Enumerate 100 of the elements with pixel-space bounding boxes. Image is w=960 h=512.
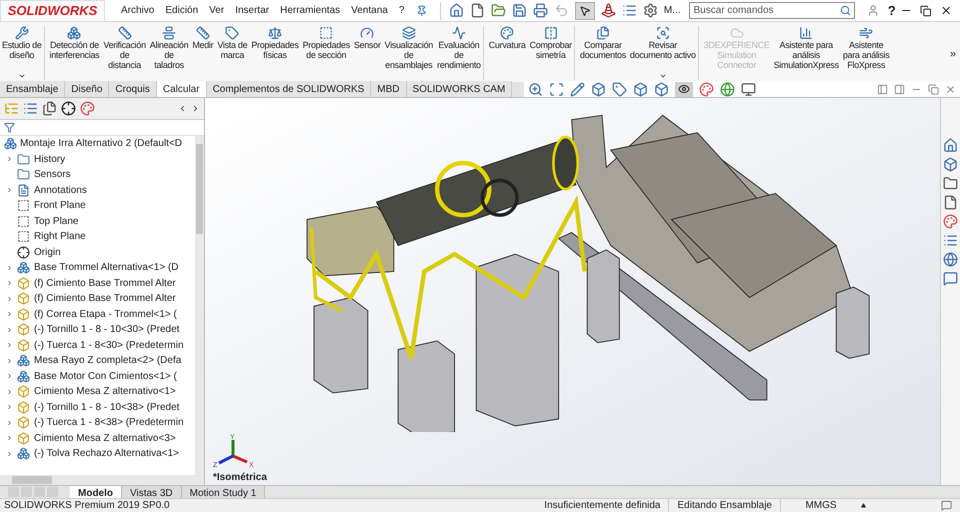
tree-item[interactable]: (-) Tuerca 1 - 8<38> (Predetermin	[34, 415, 184, 430]
home-icon[interactable]	[943, 138, 958, 153]
select-button[interactable]	[574, 2, 595, 20]
zoom-icon[interactable]	[528, 82, 544, 96]
appearance-icon[interactable]	[943, 214, 958, 229]
menu-item[interactable]: Herramientas	[280, 3, 340, 18]
bottom-tab[interactable]: Vistas 3D	[122, 486, 182, 498]
ribbon-command[interactable]: Asistente para análisis SimulationXpress	[772, 26, 841, 80]
command-tab[interactable]: Complementos de SOLIDWORKS	[206, 81, 372, 97]
tree-item[interactable]: History	[34, 152, 66, 167]
tree-item[interactable]: (-) Tolva Rechazo Alternativa<1>	[34, 446, 179, 462]
tree-item[interactable]: (-) Tornillo 1 - 8 - 10<38> (Predet	[34, 400, 180, 415]
caret-icon[interactable]	[18, 72, 26, 80]
zoom-area-icon[interactable]	[549, 82, 564, 96]
ribbon-command[interactable]: Propiedades físicas	[249, 26, 301, 80]
ribbon-command[interactable]: Medir	[190, 26, 216, 80]
tree-item[interactable]: Right Plane	[34, 229, 86, 244]
tree-item[interactable]: Cimiento Mesa Z alternativo<1>	[34, 384, 176, 400]
tree-item[interactable]: Cimiento Mesa Z alternativo<3>	[34, 430, 176, 446]
restore-icon[interactable]	[920, 4, 932, 16]
print-icon[interactable]	[532, 3, 548, 18]
chat-icon[interactable]	[943, 271, 958, 286]
appearance-icon[interactable]	[699, 82, 714, 96]
save-icon[interactable]	[512, 3, 527, 18]
more-button[interactable]: »	[950, 46, 956, 62]
tree-item[interactable]: Base Motor Con Cimientos<1> (	[34, 368, 177, 384]
command-tab[interactable]: Ensamblaje	[0, 81, 66, 97]
horizontal-scrollbar[interactable]	[0, 475, 204, 485]
settings-icon[interactable]	[642, 3, 658, 18]
ribbon-command[interactable]: Comprobar simetría	[528, 26, 575, 80]
help-button[interactable]: ?	[888, 0, 896, 20]
tree-item[interactable]: (f) Cimiento Base Trommel Alter	[34, 276, 176, 291]
scroll-right-icon[interactable]	[191, 104, 200, 113]
bottom-tab[interactable]: Motion Study 1	[182, 486, 266, 498]
tree-item[interactable]: Front Plane	[34, 198, 86, 214]
ribbon-command[interactable]: Visualización de ensamblajes	[382, 26, 435, 80]
annotation-icon[interactable]	[612, 82, 628, 96]
command-tab[interactable]: MBD	[371, 81, 407, 97]
tree-item[interactable]: Top Plane	[34, 214, 78, 229]
ribbon-command[interactable]: Vista de marca	[215, 26, 250, 80]
speech-bubble-icon[interactable]	[941, 500, 952, 511]
menu-item[interactable]: Ver	[209, 3, 224, 18]
ribbon-command[interactable]: Propiedades de sección	[300, 26, 352, 80]
command-tab[interactable]: SOLIDWORKS CAM	[406, 81, 512, 97]
pin-icon[interactable]	[416, 4, 428, 16]
command-tab[interactable]: Croquis	[109, 81, 157, 97]
tree-item[interactable]: (f) Correa Etapa - Trommel<1> (	[34, 306, 177, 322]
list-icon[interactable]	[622, 3, 637, 18]
new-file-icon[interactable]	[470, 3, 485, 18]
command-tab[interactable]: Calcular	[156, 81, 207, 97]
scene-icon[interactable]	[720, 82, 736, 96]
monitor-icon[interactable]	[741, 82, 756, 96]
scroll-left-icon[interactable]	[178, 104, 187, 113]
user-icon[interactable]	[867, 4, 880, 17]
file-icon[interactable]	[943, 195, 958, 210]
scrollbar[interactable]	[195, 136, 204, 475]
tree-item[interactable]: Montaje Irra Alternativo 2 (Default<D	[0, 136, 195, 152]
configuration-icon[interactable]	[42, 101, 57, 116]
ribbon-command[interactable]: Asistente para análisis FloXpress	[840, 26, 892, 80]
menu-item[interactable]: Edición	[165, 3, 198, 18]
crosshair-icon[interactable]	[61, 101, 76, 116]
ribbon-command[interactable]: Curvatura	[486, 26, 528, 80]
menu-item[interactable]: Ventana	[351, 3, 388, 18]
macro-label[interactable]: M...	[664, 3, 681, 18]
tree-item[interactable]: Origin	[34, 244, 61, 260]
ribbon-command[interactable]: Evaluación de rendimiento	[435, 26, 484, 80]
menu-item[interactable]: ?	[398, 3, 404, 18]
pencil-icon[interactable]	[570, 82, 586, 96]
globe-icon[interactable]	[943, 252, 958, 267]
tree-item[interactable]: Base Trommel Alternativa<1> (D	[34, 260, 179, 276]
list-icon[interactable]	[943, 233, 958, 248]
part-icon[interactable]	[943, 157, 958, 172]
menu-item[interactable]: Insertar	[235, 3, 270, 18]
property-icon[interactable]	[23, 101, 38, 116]
tree-item[interactable]: Mesa Rayo Z completa<2> (Defa	[34, 353, 182, 368]
up-caret-icon[interactable]	[861, 503, 866, 508]
panel-left-icon[interactable]	[877, 84, 888, 94]
command-tab[interactable]: Diseño	[65, 81, 110, 97]
ribbon-command[interactable]: Alineación de taladros	[148, 26, 190, 80]
ribbon-command[interactable]: Comparar documentos	[578, 26, 628, 80]
ribbon-command[interactable]: Verificación de distancia	[101, 26, 148, 80]
tree-item[interactable]: (-) Tuerca 1 - 8<30> (Predetermin	[34, 338, 184, 353]
filter-icon[interactable]	[4, 122, 15, 133]
open-folder-icon[interactable]	[490, 3, 506, 18]
tree-item[interactable]: (f) Cimiento Base Trommel Alter	[34, 291, 176, 306]
ribbon-command[interactable]: Detección de interferencias	[48, 26, 102, 80]
visibility-button[interactable]	[675, 82, 694, 96]
tree-item[interactable]: Annotations	[34, 182, 87, 198]
close-icon[interactable]	[940, 4, 952, 17]
panel-right-icon[interactable]	[894, 84, 905, 94]
display-icon[interactable]	[80, 101, 95, 116]
home-icon[interactable]	[448, 3, 464, 18]
folder-icon[interactable]	[943, 176, 958, 191]
tree-item[interactable]: (-) Tornillo 1 - 8 - 10<30> (Predet	[34, 322, 180, 338]
ribbon-command[interactable]: Sensor	[352, 26, 383, 80]
tree-item[interactable]: Sensors	[34, 167, 71, 182]
ribbon-command[interactable]: Estudio de diseño	[0, 26, 45, 80]
bottom-tab[interactable]: Modelo	[70, 486, 122, 498]
caret-icon[interactable]	[658, 72, 667, 80]
ribbon-command[interactable]: Revisar documento activo	[628, 26, 699, 80]
